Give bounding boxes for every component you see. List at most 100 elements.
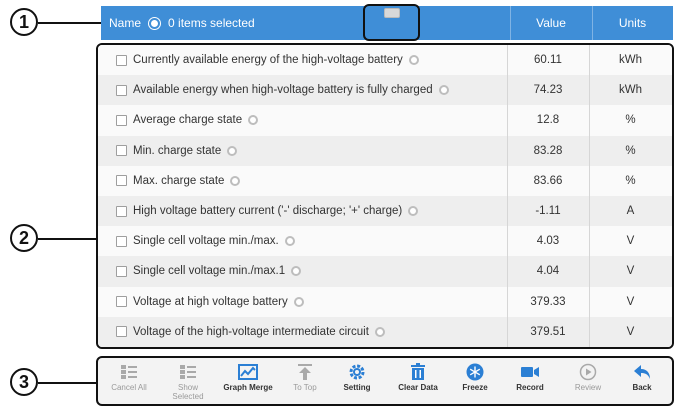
item-checkbox[interactable] xyxy=(116,265,127,277)
freeze-button[interactable]: Freeze xyxy=(449,363,501,403)
callout-3-line xyxy=(38,382,96,384)
item-name-cell: Currently available energy of the high-v… xyxy=(116,45,419,75)
data-stream-list[interactable]: Currently available energy of the high-v… xyxy=(96,43,674,349)
toolbar-label: Freeze xyxy=(462,383,488,392)
review-button[interactable]: Review xyxy=(562,363,614,403)
info-icon[interactable] xyxy=(293,296,304,307)
callout-2: 2 xyxy=(10,224,38,252)
callout-3: 3 xyxy=(10,368,38,396)
to-top-button[interactable]: To Top xyxy=(279,363,331,403)
item-value: 4.04 xyxy=(536,265,560,278)
units-column-header: Units xyxy=(618,16,647,30)
info-icon[interactable] xyxy=(291,266,302,277)
item-name-cell: Average charge state xyxy=(116,105,259,135)
item-value: 12.8 xyxy=(536,114,560,127)
play-icon xyxy=(578,363,598,381)
list-item[interactable]: Voltage of the high-voltage intermediate… xyxy=(98,316,672,347)
graph-merge-button[interactable]: Graph Merge xyxy=(222,363,274,403)
arrow-up-icon xyxy=(295,363,315,381)
graph-icon xyxy=(238,363,258,381)
video-camera-icon xyxy=(520,363,540,381)
item-checkbox[interactable] xyxy=(116,235,127,247)
item-checkbox[interactable] xyxy=(116,175,127,187)
info-icon[interactable] xyxy=(284,236,295,247)
item-name: Voltage at high voltage battery xyxy=(133,295,288,308)
checklist-icon xyxy=(178,363,198,381)
item-unit: % xyxy=(625,114,636,127)
item-checkbox[interactable] xyxy=(116,326,127,338)
list-item[interactable]: Min. charge state 83.28% xyxy=(98,135,672,166)
item-name-cell: Max. charge state xyxy=(116,166,241,196)
item-name: Single cell voltage min./max. xyxy=(133,235,279,248)
item-name: Average charge state xyxy=(133,114,243,127)
item-checkbox[interactable] xyxy=(116,145,127,157)
item-checkbox[interactable] xyxy=(116,54,127,66)
show-selected-button[interactable]: Show Selected xyxy=(162,363,214,403)
list-item[interactable]: Single cell voltage min./max. 4.03 V xyxy=(98,226,672,257)
list-item[interactable]: Average charge state 12.8% xyxy=(98,105,672,136)
item-name-cell: Voltage at high voltage battery xyxy=(116,287,304,317)
toolbar-label: Back xyxy=(632,383,652,392)
select-all-icon[interactable] xyxy=(149,17,161,29)
item-value: 379.51 xyxy=(530,325,566,338)
name-column-header[interactable]: Name 0 items selected xyxy=(109,6,255,40)
item-unit: V xyxy=(626,325,635,338)
item-checkbox[interactable] xyxy=(116,205,127,217)
callout-3-label: 3 xyxy=(18,371,29,392)
item-value: 74.23 xyxy=(533,84,563,97)
item-value: 379.33 xyxy=(530,295,566,308)
list-item[interactable]: Single cell voltage min./max.1 4.04 V xyxy=(98,256,672,287)
toolbar-label: Review xyxy=(574,383,602,392)
item-value: -1.11 xyxy=(535,205,561,218)
item-name: Single cell voltage min./max.1 xyxy=(133,265,286,278)
item-value: 83.28 xyxy=(533,144,563,157)
item-unit: % xyxy=(625,144,636,157)
list-item[interactable]: Max. charge state 83.66% xyxy=(98,165,672,196)
list-item[interactable]: High voltage battery current ('-' discha… xyxy=(98,196,672,227)
toolbar-label: Setting xyxy=(343,383,371,392)
gear-icon xyxy=(347,363,367,381)
info-icon[interactable] xyxy=(438,85,449,96)
toolbar-label: Clear Data xyxy=(398,383,438,392)
toolbar-label: Show Selected xyxy=(172,383,204,401)
callout-2-label: 2 xyxy=(18,227,29,248)
info-icon[interactable] xyxy=(248,115,259,126)
list-item[interactable]: Currently available energy of the high-v… xyxy=(98,45,672,76)
info-icon[interactable] xyxy=(408,206,419,217)
item-name-cell: Available energy when high-voltage batte… xyxy=(116,75,449,105)
toolbar-label: To Top xyxy=(293,383,317,392)
item-name: Min. charge state xyxy=(133,144,222,157)
item-checkbox[interactable] xyxy=(116,296,127,308)
item-unit: % xyxy=(625,174,636,187)
item-unit: V xyxy=(626,235,635,248)
back-button[interactable]: Back xyxy=(616,363,668,403)
item-name: Max. charge state xyxy=(133,174,225,187)
item-name-cell: High voltage battery current ('-' discha… xyxy=(116,196,419,226)
setting-button[interactable]: Setting xyxy=(331,363,383,403)
item-unit: V xyxy=(626,265,635,278)
trash-icon xyxy=(408,363,428,381)
cancel-all-button[interactable]: Cancel All xyxy=(103,363,155,403)
selected-count: 0 items selected xyxy=(168,16,255,30)
item-checkbox[interactable] xyxy=(116,114,127,126)
info-icon[interactable] xyxy=(408,55,419,66)
item-name: Currently available energy of the high-v… xyxy=(133,54,403,67)
name-header-label: Name xyxy=(109,16,142,30)
item-value: 60.11 xyxy=(534,54,562,67)
info-icon[interactable] xyxy=(374,326,385,337)
callout-2-line xyxy=(38,238,96,240)
toolbar-label: Record xyxy=(516,383,544,392)
toolbar-label: Cancel All xyxy=(111,383,147,392)
info-icon[interactable] xyxy=(227,145,238,156)
item-unit: A xyxy=(626,205,635,218)
item-name: Available energy when high-voltage batte… xyxy=(133,84,433,97)
item-checkbox[interactable] xyxy=(116,84,127,96)
snowflake-icon xyxy=(465,363,485,381)
list-item[interactable]: Voltage at high voltage battery 379.33 V xyxy=(98,286,672,317)
list-item[interactable]: Available energy when high-voltage batte… xyxy=(98,75,672,106)
item-value: 4.03 xyxy=(536,235,560,248)
item-name-cell: Single cell voltage min./max. xyxy=(116,226,295,256)
record-button[interactable]: Record xyxy=(504,363,556,403)
clear-data-button[interactable]: Clear Data xyxy=(392,363,444,403)
info-icon[interactable] xyxy=(230,175,241,186)
